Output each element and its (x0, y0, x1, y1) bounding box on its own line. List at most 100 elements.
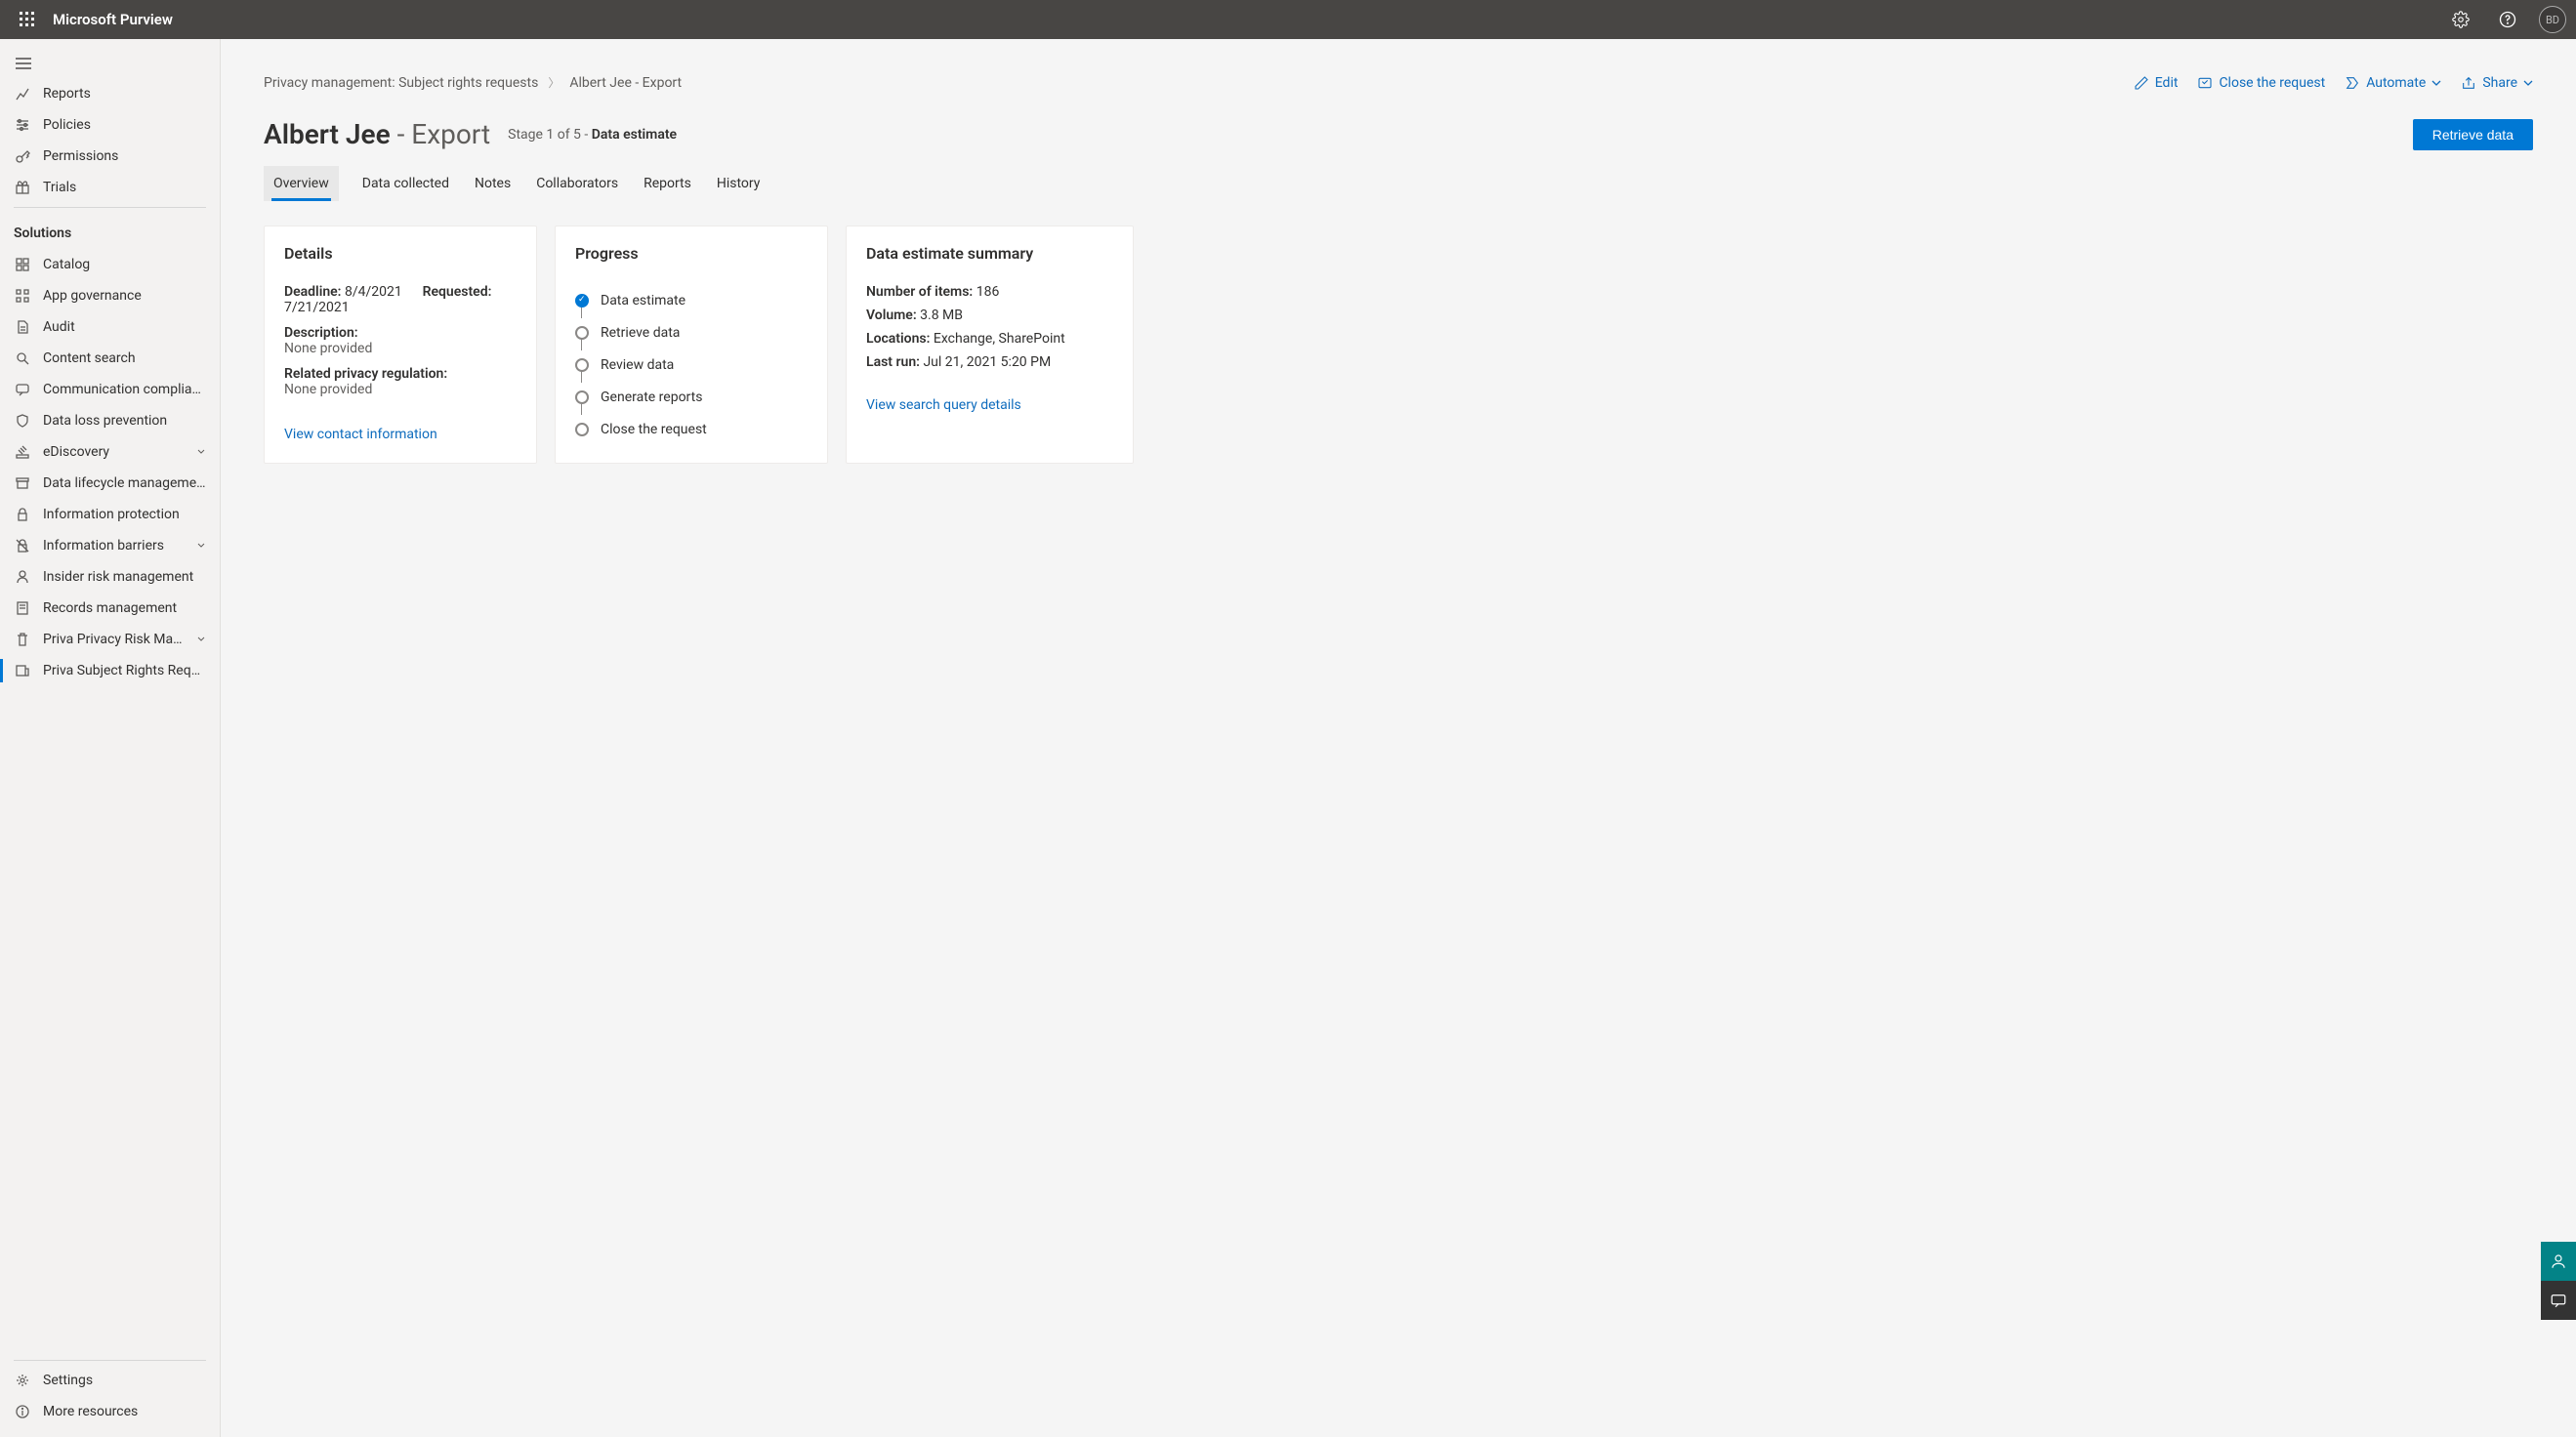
progress-dot-icon (575, 326, 589, 340)
sidebar-item-label: Content search (43, 350, 206, 366)
summary-heading: Data estimate summary (866, 244, 1113, 263)
sidebar-item-settings[interactable]: Settings (0, 1365, 220, 1396)
automate-button[interactable]: Automate (2345, 75, 2441, 91)
edit-button[interactable]: Edit (2134, 75, 2179, 91)
sidebar-item-priva-subject-rights-requests[interactable]: Priva Subject Rights Requests (0, 655, 220, 686)
sidebar-item-label: Communication compliance (43, 382, 206, 397)
gavel-icon (14, 443, 31, 461)
tab-overview[interactable]: Overview (264, 166, 339, 201)
sidebar-item-records-management[interactable]: Records management (0, 593, 220, 624)
share-button[interactable]: Share (2461, 75, 2533, 91)
retrieve-data-button[interactable]: Retrieve data (2413, 119, 2533, 150)
tab-notes[interactable]: Notes (473, 166, 513, 201)
app-launcher-icon[interactable] (10, 2, 45, 37)
sidebar-item-permissions[interactable]: Permissions (0, 141, 220, 172)
sidebar-item-label: eDiscovery (43, 444, 185, 460)
breadcrumb-root[interactable]: Privacy management: Subject rights reque… (264, 75, 538, 91)
summary-card: Data estimate summary Number of items: 1… (846, 226, 1134, 464)
progress-step: Close the request (575, 413, 808, 445)
stage-indicator: Stage 1 of 5 - Data estimate (508, 127, 677, 143)
user-avatar[interactable]: BD (2539, 6, 2566, 33)
gear-icon (14, 1372, 31, 1389)
close-request-button[interactable]: Close the request (2197, 75, 2325, 91)
sidebar-item-label: Catalog (43, 257, 206, 272)
grid-icon (14, 256, 31, 273)
progress-step: Data estimate (575, 284, 808, 316)
progress-dot-icon (575, 390, 589, 404)
sidebar-item-priva-privacy-risk-managem-[interactable]: Priva Privacy Risk Managem… (0, 624, 220, 655)
app-header: Microsoft Purview BD (0, 0, 2576, 39)
sidebar-item-trials[interactable]: Trials (0, 172, 220, 203)
records-icon (14, 599, 31, 617)
sidebar-item-label: Reports (43, 86, 206, 102)
sidebar-item-app-governance[interactable]: App governance (0, 280, 220, 311)
sidebar-item-catalog[interactable]: Catalog (0, 249, 220, 280)
tabs: Overview Data collected Notes Collaborators… (264, 166, 2533, 202)
sidebar-item-information-barriers[interactable]: Information barriers (0, 530, 220, 561)
collapse-nav-icon[interactable] (6, 49, 41, 78)
request-icon (14, 662, 31, 679)
tab-data-collected[interactable]: Data collected (360, 166, 451, 201)
progress-step: Review data (575, 349, 808, 381)
archive-icon (14, 474, 31, 492)
sidebar-item-label: Settings (43, 1373, 206, 1388)
sidebar-item-data-lifecycle-management[interactable]: Data lifecycle management (0, 468, 220, 499)
sidebar-item-label: Trials (43, 180, 206, 195)
view-query-link[interactable]: View search query details (866, 397, 1021, 413)
sidebar-item-audit[interactable]: Audit (0, 311, 220, 343)
chart-icon (14, 85, 31, 103)
search-icon (14, 349, 31, 367)
progress-step-label: Close the request (601, 422, 707, 437)
view-contact-link[interactable]: View contact information (284, 427, 437, 442)
sidebar-item-label: Permissions (43, 148, 206, 164)
sidebar-item-content-search[interactable]: Content search (0, 343, 220, 374)
chevron-down-icon (196, 444, 206, 460)
progress-step-label: Retrieve data (601, 325, 680, 341)
gift-icon (14, 179, 31, 196)
chat-icon (14, 381, 31, 398)
details-card: Details Deadline: 8/4/2021 Requested: 7/… (264, 226, 537, 464)
sidebar-item-more-resources[interactable]: More resources (0, 1396, 220, 1427)
info-icon (14, 1403, 31, 1420)
chevron-down-icon (2431, 78, 2441, 88)
settings-icon[interactable] (2445, 4, 2476, 35)
sidebar-item-label: Priva Subject Rights Requests (43, 663, 206, 678)
sidebar-item-data-loss-prevention[interactable]: Data loss prevention (0, 405, 220, 436)
progress-step: Generate reports (575, 381, 808, 413)
chevron-down-icon (196, 538, 206, 554)
tab-reports[interactable]: Reports (642, 166, 693, 201)
progress-step-label: Generate reports (601, 390, 702, 405)
tab-history[interactable]: History (715, 166, 763, 201)
progress-dot-icon (575, 423, 589, 436)
page-actions: Edit Close the request Automate Share (2134, 75, 2533, 91)
feedback-button[interactable] (2541, 1242, 2576, 1281)
sidebar-item-policies[interactable]: Policies (0, 109, 220, 141)
progress-dot-icon (575, 358, 589, 372)
chat-button[interactable] (2541, 1281, 2576, 1320)
sidebar-item-label: Insider risk management (43, 569, 206, 585)
tab-collaborators[interactable]: Collaborators (534, 166, 620, 201)
progress-card: Progress Data estimate Retrieve data Revie… (555, 226, 828, 464)
key-icon (14, 147, 31, 165)
main-content: Privacy management: Subject rights reque… (221, 39, 2576, 1437)
sidebar-item-information-protection[interactable]: Information protection (0, 499, 220, 530)
sidebar-item-label: Audit (43, 319, 206, 335)
progress-step: Retrieve data (575, 316, 808, 349)
sidebar-item-reports[interactable]: Reports (0, 78, 220, 109)
shield-icon (14, 412, 31, 430)
trash-icon (14, 631, 31, 648)
sidebar-item-label: Data loss prevention (43, 413, 206, 429)
sidebar-item-communication-compliance[interactable]: Communication compliance (0, 374, 220, 405)
sidebar-item-label: Data lifecycle management (43, 475, 206, 491)
progress-step-label: Data estimate (601, 293, 686, 308)
help-icon[interactable] (2492, 4, 2523, 35)
sidebar-item-label: More resources (43, 1404, 206, 1419)
progress-heading: Progress (575, 244, 808, 263)
progress-step-label: Review data (601, 357, 674, 373)
chevron-right-icon: 〉 (548, 74, 560, 91)
brand-title: Microsoft Purview (53, 11, 173, 28)
progress-dot-icon (575, 294, 589, 308)
lock-icon (14, 506, 31, 523)
sidebar-item-ediscovery[interactable]: eDiscovery (0, 436, 220, 468)
sidebar-item-insider-risk-management[interactable]: Insider risk management (0, 561, 220, 593)
